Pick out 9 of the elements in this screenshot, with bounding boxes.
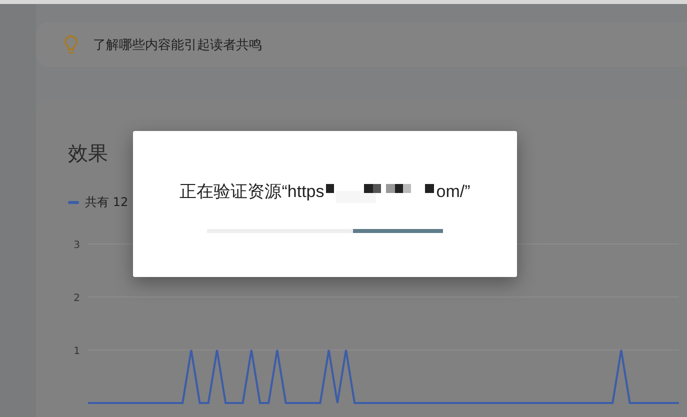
tip-text: 了解哪些内容能引起读者共鸣	[93, 36, 262, 54]
legend-label: 共有 12	[85, 194, 128, 211]
dialog-message: om/”	[436, 182, 470, 202]
dialog-message: 正在验证资源“https	[180, 181, 324, 203]
axis-tick-label: 2	[74, 293, 80, 304]
axis-tick-label: 1	[74, 346, 80, 357]
axis-tick-label: 3	[74, 240, 80, 251]
lightbulb-icon	[64, 34, 78, 54]
card-title: 效果	[68, 140, 109, 167]
